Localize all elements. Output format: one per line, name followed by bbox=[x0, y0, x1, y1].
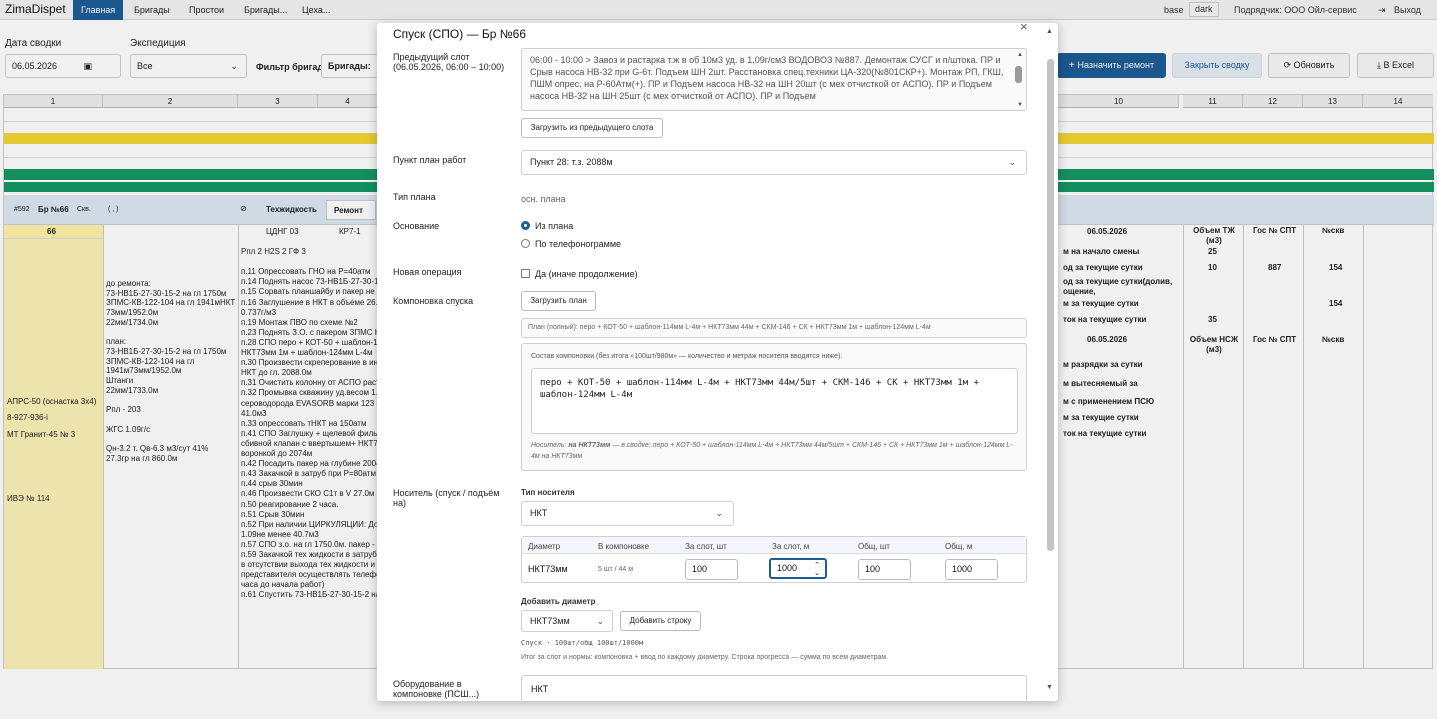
slot-m-input[interactable]: 1000 ⌃ ⌄ bbox=[769, 558, 827, 579]
basis-option-phone: По телефонограмме bbox=[535, 239, 622, 249]
plan-full-field[interactable]: План (полный): перо + КОТ-50 + шаблон-11… bbox=[521, 318, 1027, 338]
plan-type-label: Тип плана bbox=[393, 192, 436, 202]
modal-scrollbar[interactable]: ▲ ▼ bbox=[1045, 28, 1055, 701]
add-diameter-select[interactable]: НКТ73мм ⌄ bbox=[521, 610, 613, 632]
plan-type-value: осн. плана bbox=[521, 194, 566, 204]
modal-scroll-thumb[interactable] bbox=[1047, 59, 1054, 551]
equipment-input[interactable]: НКТ bbox=[521, 675, 1027, 701]
prev-slot-label: Предыдущий слот (06.05.2026, 06:00 – 10:… bbox=[393, 52, 505, 72]
equipment-label: Оборудование в компоновке (ПСШ...) bbox=[393, 679, 480, 699]
progress-summary: Спуск · 100шт/общ 100шт/1000м bbox=[521, 639, 644, 647]
carrier-type-label: Тип носителя bbox=[521, 488, 575, 497]
chevron-down-icon: ⌄ bbox=[1008, 157, 1016, 167]
chevron-down-icon: ⌄ bbox=[715, 508, 723, 518]
th-total-pcs: Общ, шт bbox=[858, 542, 890, 551]
th-diameter: Диаметр bbox=[528, 542, 561, 551]
carrier-note-value: на НКТ73мм bbox=[568, 442, 611, 449]
scroll-down-icon[interactable]: ▼ bbox=[1017, 102, 1023, 108]
total-pcs-input[interactable]: 100 bbox=[858, 559, 911, 580]
add-row-button[interactable]: Добавить строку bbox=[620, 611, 701, 631]
chevron-down-icon: ⌄ bbox=[596, 616, 604, 626]
summary-note: Итог за слот и нормы: компоновка + ввод … bbox=[521, 654, 889, 661]
add-diameter-value: НКТ73мм bbox=[530, 616, 570, 626]
th-total-m: Общ, м bbox=[945, 542, 973, 551]
load-prev-slot-button[interactable]: Загрузить из предыдущего слота bbox=[521, 118, 663, 138]
assembly-panel: Состав компоновки (без итога «100шт/980м… bbox=[521, 343, 1027, 471]
assembly-label: Компоновка спуска bbox=[393, 296, 474, 306]
carrier-note: Носитель: на НКТ73мм — в сводке: перо + … bbox=[531, 440, 1015, 462]
row-diameter: НКТ73мм bbox=[528, 564, 568, 574]
slot-m-value: 1000 bbox=[777, 563, 798, 573]
prev-slot-text: 06:00 - 10:00 > Завоз и растарка т.ж в о… bbox=[530, 55, 1004, 101]
prev-slot-scroll-thumb[interactable] bbox=[1015, 66, 1022, 83]
plan-point-label: Пункт план работ bbox=[393, 155, 467, 165]
carrier-label: Носитель (спуск / подъём на) bbox=[393, 488, 500, 508]
new-operation-text: Да (иначе продолжение) bbox=[535, 269, 638, 279]
basis-radio-phone[interactable] bbox=[521, 239, 530, 248]
basis-label: Основание bbox=[393, 221, 440, 231]
plan-point-select[interactable]: Пункт 28: т.з. 2088м ⌄ bbox=[521, 150, 1027, 175]
total-m-input[interactable]: 1000 bbox=[945, 559, 998, 580]
scroll-up-icon[interactable]: ▲ bbox=[1046, 28, 1053, 35]
th-slot-pcs: За слот, шт bbox=[685, 542, 727, 551]
plan-point-value: Пункт 28: т.з. 2088м bbox=[530, 157, 613, 167]
modal-title: Спуск (СПО) — Бр №66 bbox=[393, 27, 527, 41]
assembly-text: перо + КОТ-50 + шаблон-114мм L-4м + НКТ7… bbox=[540, 378, 979, 400]
assembly-hint: Состав компоновки (без итога «100шт/980м… bbox=[531, 353, 843, 360]
spinner-icon[interactable]: ⌃ ⌄ bbox=[814, 560, 820, 578]
spo-modal: Спуск (СПО) — Бр №66 × Предыдущий слот (… bbox=[377, 23, 1058, 701]
scroll-up-icon[interactable]: ▲ bbox=[1017, 52, 1023, 58]
plan-full-text: План (полный): перо + КОТ-50 + шаблон-11… bbox=[528, 324, 931, 331]
scroll-down-icon[interactable]: ▼ bbox=[1046, 684, 1053, 691]
close-icon[interactable]: × bbox=[1020, 23, 1028, 34]
add-diameter-label: Добавить диаметр bbox=[521, 597, 596, 606]
load-plan-button[interactable]: Загрузить план bbox=[521, 291, 596, 311]
new-operation-label: Новая операция bbox=[393, 267, 462, 277]
basis-radio-plan[interactable] bbox=[521, 221, 530, 230]
prev-slot-textarea[interactable]: 06:00 - 10:00 > Завоз и растарка т.ж в о… bbox=[521, 48, 1027, 111]
carrier-type-value: НКТ bbox=[530, 508, 548, 518]
carrier-note-label: Носитель: bbox=[531, 442, 567, 449]
slot-pcs-input[interactable]: 100 bbox=[685, 559, 738, 580]
th-in-assembly: В компоновке bbox=[598, 542, 650, 551]
th-slot-m: За слот, м bbox=[772, 542, 810, 551]
assembly-textarea[interactable]: перо + КОТ-50 + шаблон-114мм L-4м + НКТ7… bbox=[531, 368, 1018, 434]
row-in-assembly: 5 шт / 44 м bbox=[598, 566, 634, 573]
basis-option-plan: Из плана bbox=[535, 221, 574, 231]
equipment-value: НКТ bbox=[531, 684, 549, 694]
diameter-table: Диаметр В компоновке За слот, шт За слот… bbox=[521, 536, 1027, 583]
new-operation-checkbox[interactable] bbox=[521, 269, 530, 278]
carrier-type-select[interactable]: НКТ ⌄ bbox=[521, 501, 734, 526]
